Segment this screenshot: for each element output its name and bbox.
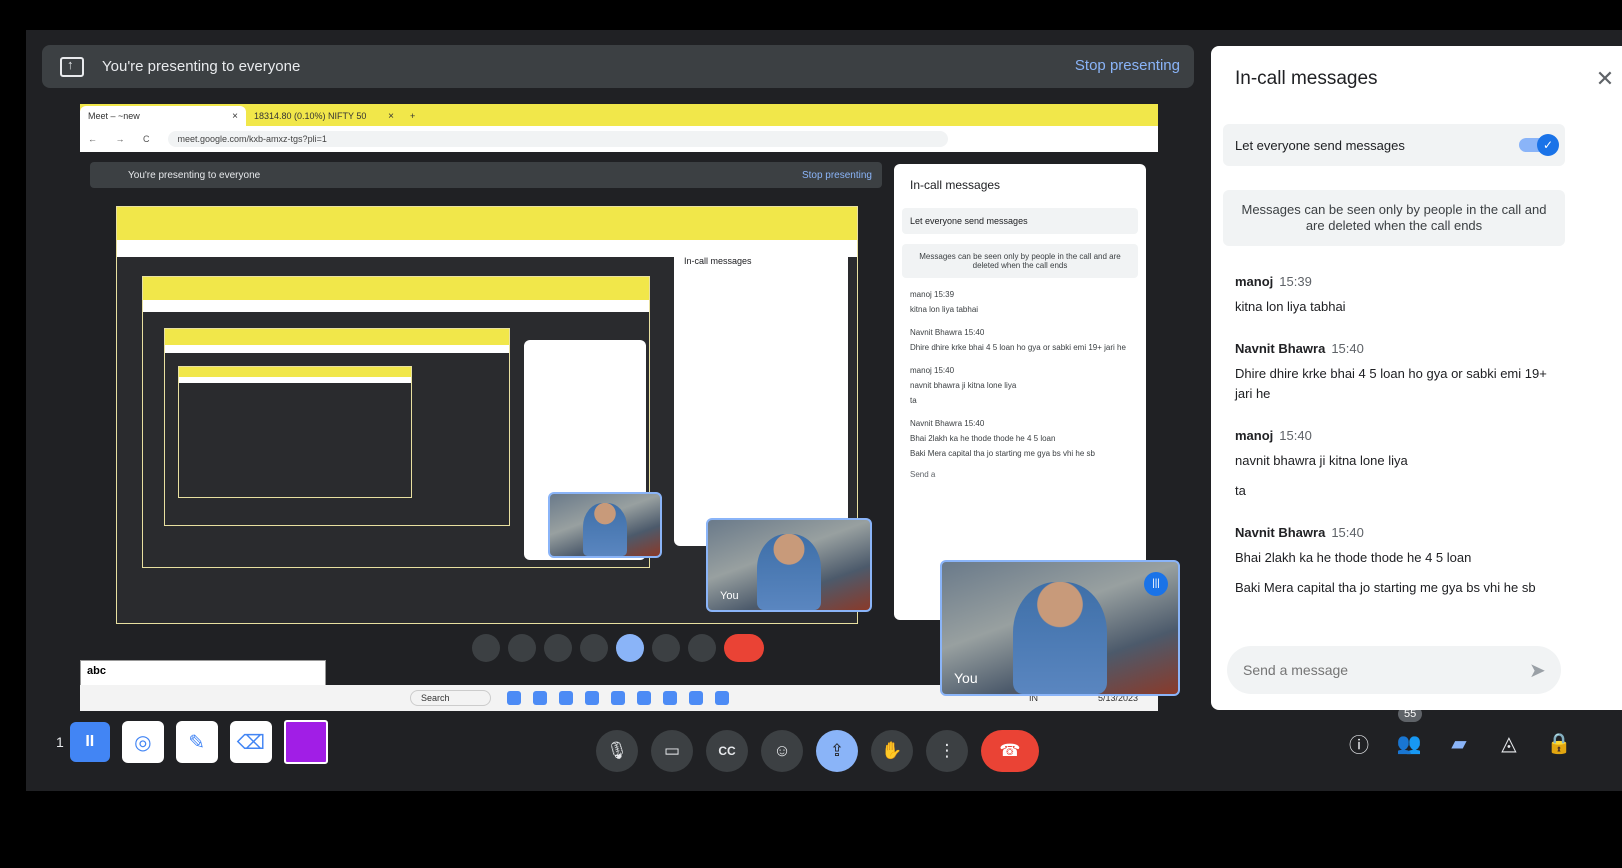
message-group: Navnit Bhawra 15:40 Dhire dhire krke bhai… [1235, 341, 1565, 404]
message-time: 15:40 [1331, 341, 1364, 356]
message-text: kitna lon liya tabhai [1235, 299, 1346, 314]
inner-chat-toggle: Let everyone send messages [902, 208, 1138, 234]
presenting-text: You're presenting to everyone [102, 58, 301, 75]
speaking-indicator-icon: ||| [1144, 572, 1168, 596]
self-view-label: You [954, 670, 978, 686]
activities-icon[interactable]: ◬ [1496, 730, 1522, 756]
message-time: 15:40 [1279, 428, 1312, 443]
chat-messages: manoj 15:39 kitna lon liya tabhai Navnit … [1235, 274, 1565, 622]
color-picker-swatch[interactable] [283, 720, 328, 764]
inner-chat-message: Baki Mera capital tha jo starting me gya… [910, 449, 1095, 458]
raise-hand-icon[interactable]: ✋ [871, 730, 913, 772]
meeting-info-icon[interactable]: ⓘ [1346, 730, 1372, 757]
host-controls-icon[interactable]: 🔒 [1546, 730, 1572, 756]
new-tab-button[interactable]: + [402, 106, 423, 126]
emoji-icon[interactable]: ☺ [761, 730, 803, 772]
self-view-tile[interactable]: ||| You [940, 560, 1180, 696]
nested-screen-4 [178, 366, 412, 498]
end-call-icon[interactable]: ☎ [981, 730, 1039, 772]
nested-chat-panel: In-call messages [674, 246, 848, 546]
side-controls: ⓘ 👥 55 ▰ ◬ 🔒 [1346, 706, 1572, 757]
url-field[interactable]: meet.google.com/kxb-amxz-tgs?pli=1 [167, 131, 948, 147]
allow-messages-row: Let everyone send messages ✓ [1223, 124, 1565, 166]
message-group: Navnit Bhawra 15:40 Bhai 2lakh ka he thod… [1235, 525, 1565, 598]
mic-icon[interactable]: 🎙 [596, 730, 638, 772]
chat-icon[interactable]: ▰ [1446, 730, 1472, 756]
allow-messages-toggle[interactable]: ✓ [1519, 134, 1559, 156]
message-group: manoj 15:39 kitna lon liya tabhai [1235, 274, 1565, 317]
inner-presenting-text: You're presenting to everyone [128, 169, 261, 181]
close-chat-icon[interactable]: ✕ [1590, 66, 1620, 92]
inner-chat-title: In-call messages [910, 178, 1001, 192]
taskbar-search: Search [410, 690, 491, 706]
camera-icon[interactable]: ▭ [651, 730, 693, 772]
allow-messages-label: Let everyone send messages [1235, 137, 1405, 153]
tab-label: Meet – ~new [88, 111, 140, 121]
message-sender: manoj [1235, 428, 1274, 443]
inner-self-label: You [720, 590, 739, 602]
pen-tool-icon[interactable]: ✎ [175, 721, 218, 763]
record-counter: 1 [56, 734, 64, 750]
browser-tab-meet[interactable]: Meet – ~new × [80, 106, 246, 126]
message-text: Bhai 2lakh ka he thode thode he 4 5 loan [1235, 550, 1472, 565]
message-sender: Navnit Bhawra [1235, 341, 1326, 356]
taskbar-app-icons [506, 691, 729, 705]
inner-presenting-banner: You're presenting to everyone Stop prese… [90, 162, 882, 188]
send-icon[interactable]: ➤ [1529, 658, 1546, 683]
inner-chat-message: Bhai 2lakh ka he thode thode he 4 5 loan [910, 434, 1056, 443]
message-sender: manoj [1235, 274, 1274, 289]
presenting-banner: You're presenting to everyone Stop prese… [42, 45, 1194, 88]
inner-chat-message: kitna lon liya tabhai [910, 305, 979, 314]
tab-close-icon[interactable]: × [232, 111, 238, 122]
present-screen-icon [60, 56, 84, 77]
message-group: manoj 15:40 navnit bhawra ji kitna lone l… [1235, 428, 1565, 501]
inner-chat-message: manoj 15:40 [910, 366, 955, 375]
participants-icon[interactable]: 👥 55 [1396, 706, 1423, 756]
chat-title: In-call messages [1235, 68, 1378, 89]
message-text: Dhire dhire krke bhai 4 5 loan ho gya or… [1235, 366, 1547, 401]
tab-label: 18314.80 (0.10%) NIFTY 50 [254, 111, 367, 121]
inner-chat-message: Navnit Bhawra 15:40 [910, 419, 985, 428]
captions-button[interactable]: CC [706, 730, 748, 772]
call-controls: 🎙 ▭ CC ☺ ⇪ ✋ ⋮ ☎ [596, 730, 1039, 772]
inner-chat-message: ta [910, 396, 917, 405]
lasso-tool-icon[interactable]: ◎ [121, 721, 164, 763]
inner-chat-panel: In-call messages Let everyone send messa… [894, 164, 1146, 620]
chat-panel: In-call messages ✕ Let everyone send mes… [1211, 46, 1622, 710]
browser-tab-strip: Meet – ~new × 18314.80 (0.10%) NIFTY 50 … [80, 104, 1158, 126]
inner-chat-input: Send a [910, 470, 936, 479]
more-options-icon[interactable]: ⋮ [926, 730, 968, 772]
tab-close-icon[interactable]: × [388, 111, 394, 122]
send-message-input[interactable] [1227, 646, 1561, 694]
inner-call-controls [472, 634, 764, 662]
stop-presenting-button[interactable]: Stop presenting [1075, 57, 1180, 74]
inner-chat-message: Navnit Bhawra 15:40 [910, 328, 985, 337]
inner-chat-message: Dhire dhire krke bhai 4 5 loan ho gya or… [910, 343, 1126, 352]
chat-privacy-note: Messages can be seen only by people in t… [1223, 190, 1565, 246]
browser-address-bar: ← → C meet.google.com/kxb-amxz-tgs?pli=1 [80, 126, 1158, 152]
inner-chat-message: navnit bhawra ji kitna lone liya [910, 381, 1017, 390]
nested-self-tile [548, 492, 662, 558]
eraser-tool-icon[interactable]: ⌫ [229, 721, 272, 763]
browser-tab-nifty[interactable]: 18314.80 (0.10%) NIFTY 50 × [246, 106, 402, 126]
annotation-tool-bar: 1 II ◎ ✎ ⌫ [56, 720, 328, 764]
message-time: 15:39 [1279, 274, 1312, 289]
message-text: Baki Mera capital tha jo starting me gya… [1235, 580, 1536, 595]
pause-recording-button[interactable]: II [69, 722, 110, 762]
present-icon[interactable]: ⇪ [816, 730, 858, 772]
browser-nav-icons[interactable]: ← → C [88, 134, 158, 144]
inner-chat-note: Messages can be seen only by people in t… [902, 244, 1138, 278]
inner-self-tile: You [706, 518, 872, 612]
check-icon: ✓ [1537, 134, 1559, 156]
message-time: 15:40 [1331, 525, 1364, 540]
message-text: navnit bhawra ji kitna lone liya [1235, 453, 1408, 468]
inner-chat-message: manoj 15:39 [910, 290, 955, 299]
message-sender: Navnit Bhawra [1235, 525, 1326, 540]
message-text: ta [1235, 483, 1246, 498]
inner-stop-presenting: Stop presenting [801, 169, 872, 181]
nested-chat-title: In-call messages [684, 256, 752, 266]
